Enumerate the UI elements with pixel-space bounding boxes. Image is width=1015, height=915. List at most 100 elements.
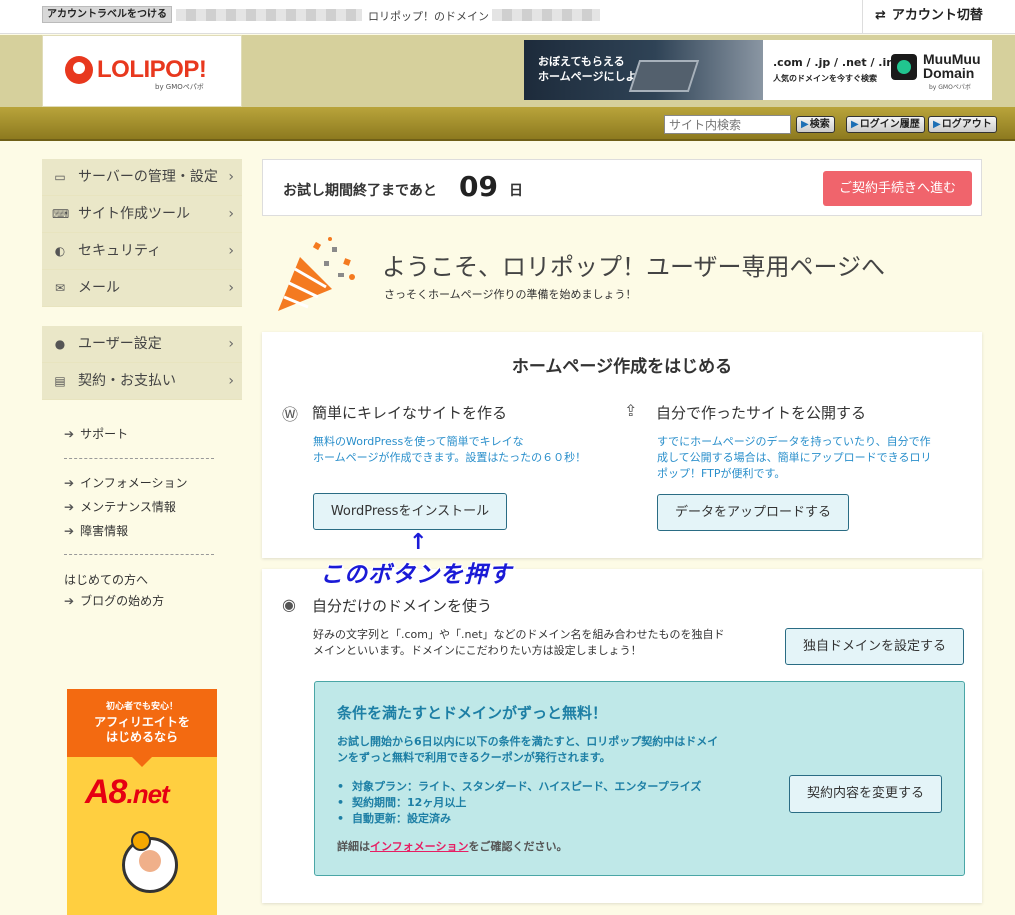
promo-condition: 契約期間：12ヶ月以上 (337, 794, 466, 810)
link-information[interactable]: ➔ インフォメーション (64, 474, 187, 491)
muumuu-banner[interactable]: .com / .jp / .net / .info 人気のドメインを今すぐ検索 … (763, 40, 992, 100)
banner-pointer-icon (132, 757, 152, 767)
utility-bar: ▶検索 ▶ログイン履歴 ▶ログアウト (0, 107, 1015, 141)
annotation-text: このボタンを押す (320, 562, 512, 588)
arrow-right-icon: ➔ (64, 476, 75, 490)
link-blog-start-label: ブログの始め方 (80, 594, 165, 608)
sidebar-item-billing[interactable]: ▤ 契約・お支払い › (42, 363, 242, 400)
a8-small-text: 初心者でも安心！ (105, 702, 178, 712)
laptop-icon: ⌨ (52, 207, 70, 221)
trial-period-box: お試し期間終了まであと 09 日 ご契約手続きへ進む (262, 159, 982, 216)
welcome-subtitle: さっそくホームページ作りの準備を始めましょう！ (384, 288, 637, 301)
upload-data-button[interactable]: データをアップロードする (657, 494, 849, 531)
sidebar-item-label: サーバーの管理・設定 (78, 169, 218, 185)
lolipop-logo[interactable]: LOLIPOP! by GMOペパボ (42, 35, 242, 107)
site-search-input[interactable] (664, 115, 791, 134)
person-illustration-icon (122, 837, 178, 893)
chevron-right-icon: › (228, 373, 234, 389)
sidebar-item-user-settings[interactable]: ● ユーザー設定 › (42, 326, 242, 363)
arrow-right-icon: ▶ (801, 119, 809, 130)
search-button-label: 検索 (809, 119, 830, 130)
a8-logo-main: A8 (85, 773, 127, 811)
promo-condition: 自動更新：設定済み (337, 810, 451, 826)
wordpress-icon: Ⓦ (282, 405, 299, 424)
link-trouble-label: 障害情報 (80, 524, 129, 538)
chevron-right-icon: › (228, 280, 234, 296)
arrow-right-icon: ➔ (64, 500, 75, 514)
sidebar-item-security[interactable]: ◐ セキュリティ › (42, 233, 242, 270)
sidebar-item-server[interactable]: ▭ サーバーの管理・設定 › (42, 159, 242, 196)
domain-feature-title: 自分だけのドメインを使う (312, 597, 493, 615)
logout-button[interactable]: ▶ログアウト (928, 116, 997, 133)
server-icon: ▭ (54, 170, 66, 184)
arrow-right-icon: ➔ (64, 524, 75, 538)
own-domain-card: ◉ 自分だけのドメインを使う 好みの文字列と「.com」や「.net」などのドメ… (262, 569, 982, 903)
a8-logo: A8.net (85, 773, 170, 812)
set-domain-button[interactable]: 独自ドメインを設定する (785, 628, 964, 665)
upload-icon: ⇪ (624, 401, 638, 420)
muumuu-brand: MuuMuu Domain (923, 51, 981, 81)
shield-icon: ◐ (54, 244, 66, 258)
sidebar-group-main: ▭ サーバーの管理・設定 › ⌨ サイト作成ツール › ◐ セキュリティ › ✉ メール › (42, 159, 242, 307)
link-blog-start[interactable]: ➔ ブログの始め方 (64, 592, 164, 609)
change-contract-button[interactable]: 契約内容を変更する (789, 775, 942, 813)
sidebar-item-label: ユーザー設定 (78, 336, 162, 352)
trial-days-unit: 日 (509, 183, 523, 199)
globe-icon: ◉ (282, 595, 296, 614)
arrow-right-icon: ▶ (851, 119, 859, 130)
a8-banner-header: 初心者でも安心！ アフィリエイトを はじめるなら (67, 689, 217, 757)
first-time-heading: はじめての方へ (64, 573, 149, 587)
promo-body: お試し開始から6日以内に以下の条件を満たすと、ロリポップ契約中はドメイ ンをずっ… (337, 735, 719, 764)
link-information-label: インフォメーション (80, 476, 188, 490)
search-button[interactable]: ▶検索 (796, 116, 835, 133)
sidebar-item-label: 契約・お支払い (78, 373, 176, 389)
information-link[interactable]: インフォメーション (370, 840, 468, 853)
sidebar: ▭ サーバーの管理・設定 › ⌨ サイト作成ツール › ◐ セキュリティ › ✉ メール › ●… (42, 141, 242, 915)
sidebar-item-mail[interactable]: ✉ メール › (42, 270, 242, 307)
sidebar-item-label: サイト作成ツール (78, 206, 190, 222)
free-domain-promo: 条件を満たすとドメインがずっと無料！ お試し開始から6日以内に以下の条件を満たす… (314, 681, 965, 876)
sidebar-item-label: セキュリティ (78, 243, 162, 259)
account-switch-button[interactable]: ⇄ アカウント切替 (862, 0, 1015, 34)
promo-note-post: をご確認ください。 (468, 840, 568, 853)
account-label-button[interactable]: アカウントラベルをつける (42, 6, 172, 23)
a8-logo-net: .net (126, 779, 169, 809)
lolipop-mark-icon (65, 56, 93, 84)
annotation-arrow-up-icon: ↑ (409, 530, 428, 555)
arrow-right-icon: ▶ (933, 119, 941, 130)
link-trouble[interactable]: ➔ 障害情報 (64, 522, 128, 539)
party-popper-icon (278, 237, 355, 311)
top-bar: アカウントラベルをつける ロリポップ！のドメイン ⇄ アカウント切替 (0, 0, 1015, 34)
logout-label: ログアウト (941, 119, 992, 130)
card-icon: ▤ (54, 374, 66, 388)
trial-label: お試し期間終了まであと (283, 183, 437, 199)
main-content: お試し期間終了まであと 09 日 ご契約手続きへ進む ようこそ、ロリポップ！ユー… (262, 141, 982, 915)
login-history-button[interactable]: ▶ログイン履歴 (846, 116, 925, 133)
mail-icon: ✉ (54, 281, 66, 295)
coin-icon (131, 831, 151, 851)
promo-condition: 対象プラン：ライト、スタンダード、ハイスピード、エンタープライズ (337, 778, 701, 794)
promo-note: 詳細はインフォメーションをご確認ください。 (337, 838, 567, 854)
wordpress-feature-desc: 無料のWordPressを使って簡単でキレイな ホームページが作成できます。設置… (313, 435, 587, 464)
header: LOLIPOP! by GMOペパボ おぼえてもらえる ホームページにしよう。 … (0, 35, 1015, 107)
promo-title: 条件を満たすとドメインがずっと無料！ (337, 704, 608, 722)
trial-days-count: 09 (459, 170, 498, 203)
logo-text: LOLIPOP! (97, 56, 207, 83)
muumuu-logo-icon (891, 54, 917, 80)
sidebar-item-label: メール (78, 280, 120, 296)
account-switch-label: アカウント切替 (891, 8, 983, 23)
muumuu-sub: by GMOペパボ (929, 84, 971, 91)
a8-big-text: アフィリエイトを はじめるなら (94, 715, 190, 744)
sidebar-item-site-tools[interactable]: ⌨ サイト作成ツール › (42, 196, 242, 233)
divider (64, 458, 214, 459)
laptop-image-icon (628, 60, 700, 92)
homepage-banner[interactable]: おぼえてもらえる ホームページにしよう。 (524, 40, 763, 100)
contract-button[interactable]: ご契約手続きへ進む (823, 171, 972, 206)
link-support-label: サポート (80, 427, 129, 441)
wordpress-install-button[interactable]: WordPressをインストール (313, 493, 507, 530)
link-maintenance-label: メンテナンス情報 (80, 500, 176, 514)
link-maintenance[interactable]: ➔ メンテナンス情報 (64, 498, 176, 515)
card-title: ホームページ作成をはじめる (511, 357, 733, 377)
a8-affiliate-banner[interactable]: 初心者でも安心！ アフィリエイトを はじめるなら A8.net (67, 689, 217, 915)
link-support[interactable]: ➔ サポート (64, 425, 128, 442)
